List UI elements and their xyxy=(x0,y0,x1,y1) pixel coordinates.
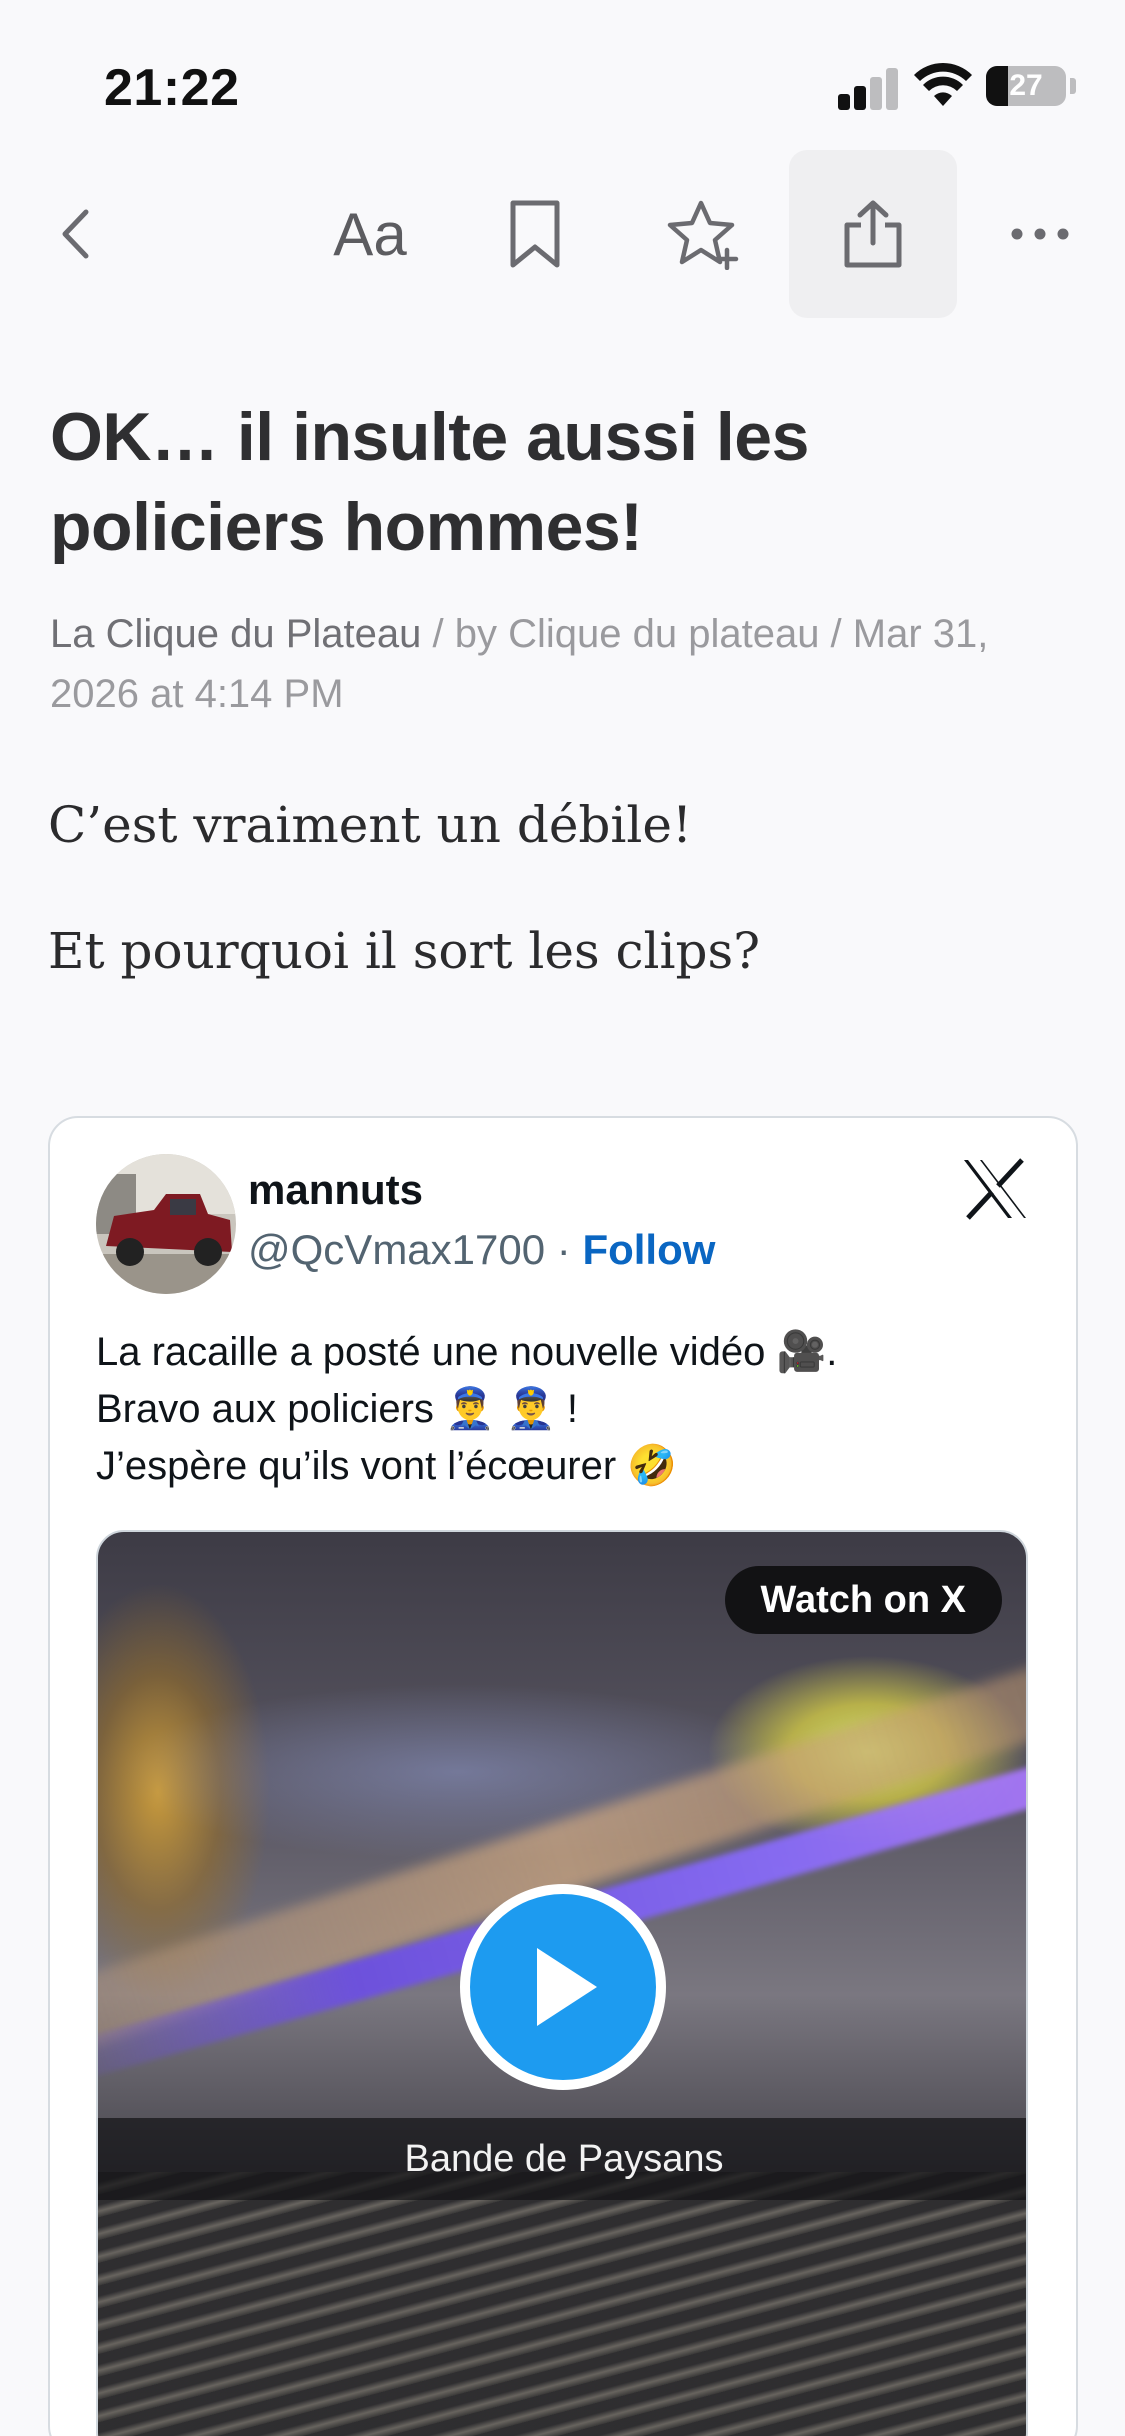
bookmark-icon xyxy=(510,200,560,268)
x-logo-icon[interactable] xyxy=(962,1158,1028,1220)
battery-level: 27 xyxy=(1009,69,1043,102)
tweet-text: La racaille a posté une nouvelle vidéo 🎥… xyxy=(96,1324,1036,1495)
tweet-text-line: Bravo aux policiers 👮‍♂️ 👮‍♂️ ! xyxy=(96,1387,578,1431)
tweet-text-line: La racaille a posté une nouvelle vidéo 🎥… xyxy=(96,1330,838,1374)
share-button[interactable] xyxy=(789,150,957,318)
tweet-text-line: J’espère qu’ils vont l’écœurer 🤣 xyxy=(96,1444,678,1488)
battery-icon: 27 xyxy=(986,66,1066,106)
article-source[interactable]: La Clique du Plateau xyxy=(50,612,421,656)
tweet-handle[interactable]: @QcVmax1700 xyxy=(248,1226,545,1273)
tweet-handle-row: @QcVmax1700 · Follow xyxy=(248,1226,715,1274)
embedded-tweet[interactable]: mannuts @QcVmax1700 · Follow La racaille… xyxy=(48,1116,1078,2436)
battery-cap xyxy=(1070,78,1076,94)
article-title: OK… il insulte aussi les policiers homme… xyxy=(50,399,809,565)
tweet-video[interactable]: Watch on X Bande de Paysans xyxy=(96,1530,1028,2436)
video-frame-floor xyxy=(98,2172,1026,2436)
text-settings-button[interactable]: Aa xyxy=(310,150,430,318)
wifi-icon xyxy=(914,62,972,106)
ellipsis-icon xyxy=(1011,228,1069,240)
play-button[interactable] xyxy=(460,1884,666,2090)
article-meta: La Clique du Plateau / by Clique du plat… xyxy=(50,604,1080,724)
status-time: 21:22 xyxy=(104,59,240,117)
font-label: Aa xyxy=(333,200,407,268)
chevron-left-icon xyxy=(62,209,89,259)
star-plus-icon xyxy=(667,200,739,270)
article-paragraph: Et pourquoi il sort les clips? xyxy=(48,922,761,980)
back-button[interactable] xyxy=(40,150,110,318)
favorite-button[interactable] xyxy=(660,150,750,318)
cellular-signal-icon xyxy=(838,66,898,110)
video-caption: Bande de Paysans xyxy=(98,2118,1026,2200)
more-options-button[interactable] xyxy=(1000,150,1080,318)
tweet-display-name[interactable]: mannuts xyxy=(248,1166,423,1214)
watch-on-x-button[interactable]: Watch on X xyxy=(724,1566,1002,1634)
share-icon xyxy=(844,200,902,268)
reader-toolbar: Aa xyxy=(0,150,1125,318)
play-icon xyxy=(537,1948,597,2026)
article-paragraph: C’est vraiment un débile! xyxy=(48,796,693,854)
separator: · xyxy=(545,1226,583,1273)
status-bar: 21:22 27 xyxy=(0,0,1125,140)
bookmark-button[interactable] xyxy=(490,150,580,318)
follow-button[interactable]: Follow xyxy=(582,1226,715,1273)
avatar[interactable] xyxy=(96,1154,236,1294)
